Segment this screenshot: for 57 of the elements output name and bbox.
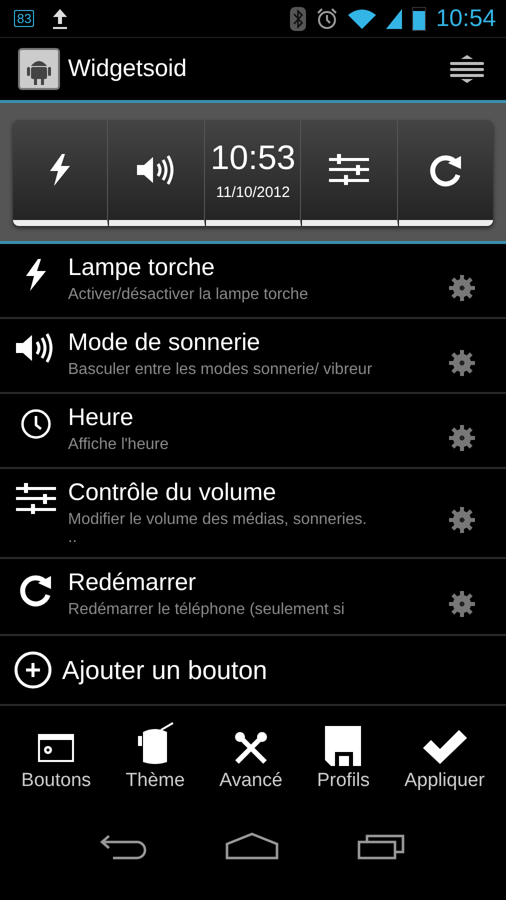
button-list-item[interactable]: Contrôle du volume Modifier le volume des médias, sonneries. .. bbox=[0, 469, 506, 559]
refresh-icon bbox=[19, 573, 53, 607]
button-list-item[interactable]: Heure Affiche l'heure bbox=[0, 394, 506, 469]
button-title: Contrôle du volume bbox=[68, 479, 278, 507]
button-description: Affiche l'heure bbox=[68, 436, 170, 454]
toolbar-button[interactable]: Profils bbox=[316, 714, 370, 792]
button-description: Activer/désactiver la lampe torche bbox=[68, 286, 310, 304]
button-list-item[interactable]: Redémarrer Redémarrer le téléphone (seulement si bbox=[0, 559, 506, 634]
add-icon bbox=[14, 651, 52, 689]
lightning-icon bbox=[49, 154, 72, 186]
settings-icon[interactable] bbox=[448, 348, 476, 376]
signal-icon bbox=[386, 8, 402, 28]
lightning-icon bbox=[25, 258, 47, 292]
alarm-icon bbox=[316, 8, 338, 30]
toolbar-button[interactable]: Appliquer bbox=[404, 714, 485, 792]
button-title: Mode de sonnerie bbox=[68, 329, 262, 357]
recent-apps-icon[interactable] bbox=[357, 832, 407, 860]
android-app-icon bbox=[18, 48, 60, 90]
wifi-icon bbox=[348, 8, 376, 28]
settings-icon[interactable] bbox=[448, 424, 476, 452]
checkmark-icon bbox=[422, 730, 467, 766]
sliders-icon bbox=[15, 483, 57, 515]
widget-button[interactable] bbox=[109, 120, 205, 226]
battery-icon bbox=[412, 6, 426, 30]
widget-button[interactable]: 10:53 11/10/2012 bbox=[206, 120, 302, 226]
settings-icon[interactable] bbox=[448, 590, 476, 618]
settings-icon[interactable] bbox=[448, 274, 476, 302]
button-title: Redémarrer bbox=[68, 569, 198, 597]
settings-icon[interactable] bbox=[448, 506, 476, 534]
notification-count: 83 bbox=[14, 10, 34, 27]
clock-icon bbox=[20, 408, 52, 440]
add-button[interactable]: Ajouter un bouton bbox=[0, 634, 506, 706]
button-list-item[interactable]: Lampe torche Activer/désactiver la lampe torche bbox=[0, 244, 506, 319]
status-time: 10:54 bbox=[436, 4, 496, 32]
widget-button[interactable] bbox=[13, 120, 108, 226]
upload-icon bbox=[52, 8, 68, 30]
reorder-icon[interactable] bbox=[450, 54, 484, 84]
button-title: Heure bbox=[68, 404, 134, 432]
toolbar-button[interactable]: Thème bbox=[126, 714, 185, 792]
sliders-icon bbox=[329, 154, 370, 186]
tools-icon bbox=[232, 730, 269, 766]
button-description: Redémarrer le téléphone (seulement si bbox=[68, 601, 346, 619]
widget-time: 10:53 bbox=[210, 139, 296, 178]
home-icon[interactable] bbox=[225, 832, 279, 860]
widget-date: 11/10/2012 bbox=[216, 184, 290, 201]
button-title: Lampe torche bbox=[68, 254, 216, 282]
app-title: Widgetsoid bbox=[68, 55, 187, 83]
widget-button[interactable] bbox=[302, 120, 398, 226]
toolbar-button[interactable]: Boutons bbox=[21, 714, 92, 792]
floppy-icon bbox=[325, 726, 362, 766]
back-icon[interactable] bbox=[99, 832, 147, 860]
button-description: Modifier le volume des médias, sonneries. .. bbox=[68, 511, 368, 547]
button-description: Basculer entre les modes sonnerie/ vibreur bbox=[68, 361, 373, 379]
toolbar-button[interactable]: Avancé bbox=[219, 714, 282, 792]
button-list-item[interactable]: Mode de sonnerie Basculer entre les modes sonnerie/ vibreur bbox=[0, 319, 506, 394]
refresh-icon bbox=[428, 153, 463, 187]
bluetooth-icon bbox=[290, 6, 306, 30]
